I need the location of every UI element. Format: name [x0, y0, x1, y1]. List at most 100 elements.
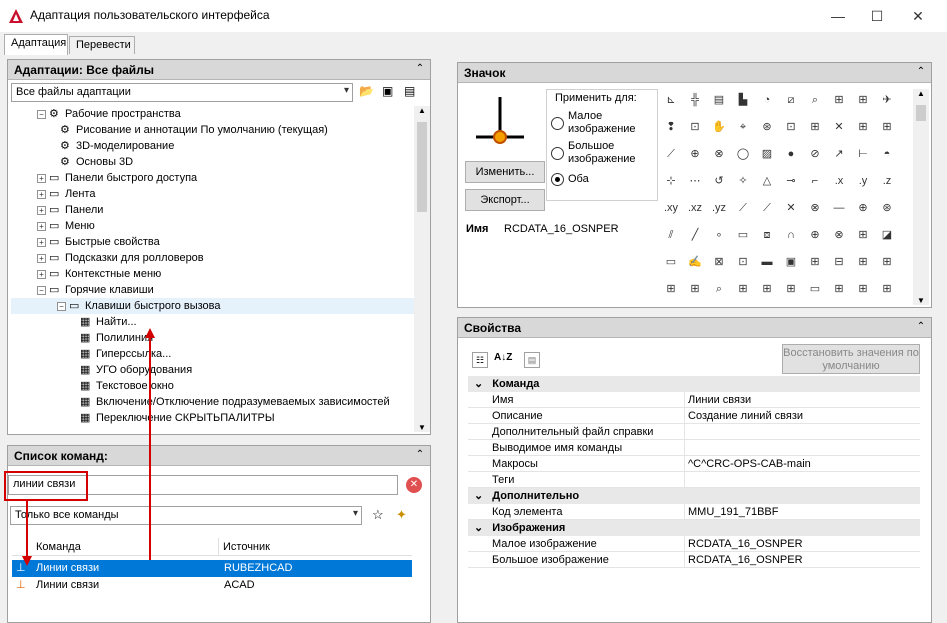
new-command-icon[interactable]: ✦	[396, 507, 407, 523]
toolbar-icon[interactable]: ╬	[686, 91, 704, 109]
toolbar-icon[interactable]: ⊠	[710, 253, 728, 271]
small-image-radio[interactable]: Малое изображение	[551, 110, 655, 138]
toolbar-icon[interactable]: ⌖	[734, 118, 752, 136]
expand-icon[interactable]: +	[37, 205, 46, 215]
property-row[interactable]: Макросы ^C^CRC-OPS-CAB-main	[468, 456, 920, 472]
toolbar-icon[interactable]: ▨	[758, 145, 776, 163]
table-row[interactable]: ⊥ Линии связи RUBEZHCAD	[12, 560, 412, 577]
toolbar-icon[interactable]: —	[830, 199, 848, 217]
toolbar-icon[interactable]: ⊢	[854, 145, 872, 163]
toolbar-icon[interactable]: ✧	[734, 172, 752, 190]
toolbar-icon[interactable]: △	[758, 172, 776, 190]
tree-item[interactable]: ⚙ Основы 3D	[11, 154, 415, 170]
tree-item[interactable]: ▦ УГО оборудования	[11, 362, 415, 378]
property-value[interactable]	[684, 472, 920, 488]
tree-item[interactable]: + ▭ Контекстные меню	[11, 266, 415, 282]
toolbar-icon[interactable]: ⊞	[662, 280, 680, 298]
toolbar-icon[interactable]: ▭	[806, 280, 824, 298]
open-file-icon[interactable]: 📂	[359, 84, 375, 100]
toolbar-icon[interactable]: ⊘	[806, 145, 824, 163]
scroll-down-icon[interactable]: ▼	[414, 423, 430, 432]
collapse-category-icon[interactable]: ⌄	[468, 490, 492, 502]
toolbar-icon[interactable]: ◯	[734, 145, 752, 163]
property-value[interactable]: Создание линий связи	[684, 408, 920, 424]
toolbar-icon[interactable]: ✋	[710, 118, 728, 136]
property-value[interactable]: Линии связи	[684, 392, 920, 408]
toolbar-icon[interactable]: .x	[830, 172, 848, 190]
table-row[interactable]: ⊥ Линии связи ACAD	[12, 577, 412, 594]
toolbar-icon[interactable]: ⊛	[878, 199, 896, 217]
toolbar-icon[interactable]: .yz	[710, 199, 728, 217]
tree-item[interactable]: ⚙ Рисование и аннотации По умолчанию (тек…	[11, 122, 415, 138]
toolbar-icon[interactable]: ⊞	[854, 226, 872, 244]
expand-icon[interactable]: +	[37, 253, 46, 263]
property-row[interactable]: Теги	[468, 472, 920, 488]
toolbar-icon[interactable]: ∘	[710, 226, 728, 244]
toolbar-icon[interactable]: ●	[782, 145, 800, 163]
collapse-icon[interactable]: ⌃	[915, 64, 927, 80]
toolbar-icon[interactable]: ⊞	[806, 118, 824, 136]
property-value[interactable]: ^C^CRC-OPS-CAB-main	[684, 456, 920, 472]
tree-item[interactable]: ▦ Гиперссылка...	[11, 346, 415, 362]
toolbar-icon[interactable]: ⊞	[806, 253, 824, 271]
collapse-category-icon[interactable]: ⌄	[468, 378, 492, 390]
minimize-icon[interactable]: —	[818, 4, 858, 28]
toolbar-icon[interactable]: ⊛	[758, 118, 776, 136]
tree-item[interactable]: ▦ Текстовое окно	[11, 378, 415, 394]
toolbar-icon[interactable]: ⊞	[854, 280, 872, 298]
sort-az-icon[interactable]: A↓Z	[494, 352, 512, 363]
scroll-thumb[interactable]	[916, 105, 926, 121]
toolbar-icon[interactable]: ↺	[710, 172, 728, 190]
tab-transfer[interactable]: Перевести	[69, 36, 135, 54]
collapse-icon[interactable]: ⌃	[414, 61, 426, 77]
expand-icon[interactable]: +	[37, 269, 46, 279]
toolbar-icon[interactable]: ▭	[662, 253, 680, 271]
restore-defaults-button[interactable]: Восстановить значения по умолчанию	[782, 344, 920, 374]
scroll-up-icon[interactable]: ▲	[913, 89, 929, 98]
toolbar-icon[interactable]: ▬	[758, 253, 776, 271]
toolbar-icon[interactable]: ⌐	[806, 172, 824, 190]
tree-item[interactable]: ⚙ 3D-моделирование	[11, 138, 415, 154]
toolbar-icon[interactable]: ↗	[830, 145, 848, 163]
both-radio[interactable]: Оба	[551, 172, 655, 188]
col-command[interactable]: Команда	[36, 538, 81, 556]
property-category[interactable]: ⌄ Дополнительно	[468, 488, 920, 504]
toolbar-icon[interactable]: ⊕	[854, 199, 872, 217]
expand-icon[interactable]: −	[37, 285, 46, 295]
toolbar-icon[interactable]: ⊗	[806, 199, 824, 217]
property-value[interactable]	[684, 424, 920, 440]
toolbar-icon[interactable]: ⊟	[830, 253, 848, 271]
command-filter-dropdown[interactable]: Только все команды ▾	[10, 506, 362, 525]
scroll-thumb[interactable]	[417, 122, 427, 212]
toolbar-icon[interactable]: ⟋	[662, 145, 680, 163]
categorized-icon[interactable]: ☷	[472, 352, 488, 368]
tree-item[interactable]: + ▭ Быстрые свойства	[11, 234, 415, 250]
toolbar-icon[interactable]: ⊸	[782, 172, 800, 190]
toolbar-icon[interactable]: ✕	[782, 199, 800, 217]
tree-item[interactable]: − ▭ Горячие клавиши	[11, 282, 415, 298]
toolbar-icon[interactable]: ⊞	[830, 91, 848, 109]
toolbar-icon[interactable]: ✍	[686, 253, 704, 271]
property-value[interactable]	[684, 440, 920, 456]
toolbar-icon[interactable]: ⌕	[710, 280, 728, 298]
toolbar-icon[interactable]: ∩	[782, 226, 800, 244]
icon-scrollbar[interactable]: ▲ ▼	[913, 89, 929, 305]
toolbar-icon[interactable]: ❢	[662, 118, 680, 136]
toolbar-icon[interactable]: ⊗	[830, 226, 848, 244]
toolbar-icon[interactable]: .xz	[686, 199, 704, 217]
toolbar-icon[interactable]: ⊹	[662, 172, 680, 190]
toolbar-icon[interactable]: ⊕	[686, 145, 704, 163]
toolbar-icon[interactable]: ⊞	[854, 91, 872, 109]
tree-item[interactable]: ▦ Найти...	[11, 314, 415, 330]
expand-icon[interactable]: −	[37, 109, 46, 119]
expand-icon[interactable]: +	[37, 173, 46, 183]
expand-icon[interactable]: +	[37, 237, 46, 247]
toolbar-icon[interactable]: ⊞	[878, 253, 896, 271]
toolbar-icon[interactable]: ⟋	[758, 199, 776, 217]
property-category[interactable]: ⌄ Команда	[468, 376, 920, 392]
property-value[interactable]: RCDATA_16_OSNPER	[684, 536, 920, 552]
save-icon[interactable]: ▣	[382, 84, 398, 100]
tree-item[interactable]: + ▭ Подсказки для ролловеров	[11, 250, 415, 266]
property-pages-icon[interactable]: ▤	[524, 352, 540, 368]
tree-item[interactable]: − ⚙ Рабочие пространства	[11, 106, 415, 122]
